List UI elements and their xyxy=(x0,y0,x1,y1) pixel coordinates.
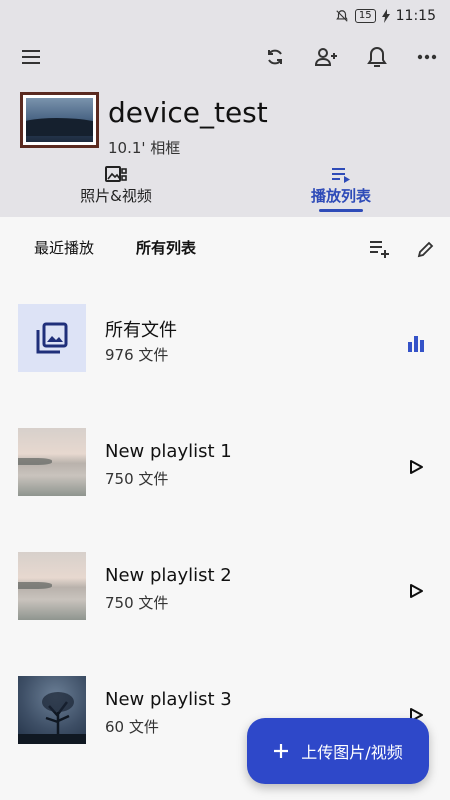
more-options-icon[interactable] xyxy=(412,42,442,72)
edit-pencil-icon[interactable] xyxy=(414,237,438,261)
playlist-title: New playlist 1 xyxy=(105,441,232,462)
now-playing-bars-icon xyxy=(404,331,428,355)
filter-bar: 最近播放 所有列表 xyxy=(0,217,450,277)
header: 15 11:15 device_test 10.1' 相框 照片&视频 播放列表 xyxy=(0,0,450,217)
upload-button[interactable]: 上传图片/视频 xyxy=(247,718,429,784)
playlist-count: 60 文件 xyxy=(105,718,159,736)
device-frame-thumbnail[interactable] xyxy=(20,92,99,148)
filter-recent[interactable]: 最近播放 xyxy=(34,237,94,258)
playlist-thumbnail xyxy=(18,428,86,496)
tab-photos-videos[interactable]: 照片&视频 xyxy=(68,165,164,206)
tab-playlists[interactable]: 播放列表 xyxy=(296,165,386,212)
status-bar: 15 11:15 xyxy=(335,8,436,24)
notification-bell-icon[interactable] xyxy=(362,42,392,72)
plus-icon xyxy=(273,743,289,759)
tab-active-indicator xyxy=(319,209,363,212)
device-name: device_test xyxy=(108,96,268,129)
add-user-icon[interactable] xyxy=(312,42,342,72)
play-icon[interactable] xyxy=(404,455,428,479)
add-playlist-icon[interactable] xyxy=(367,237,391,261)
tab-photos-label: 照片&视频 xyxy=(80,187,152,205)
device-subtitle: 10.1' 相框 xyxy=(108,139,181,157)
menu-icon[interactable] xyxy=(16,42,46,72)
list-item[interactable]: 所有文件 976 文件 xyxy=(0,293,450,383)
toolbar xyxy=(0,40,450,74)
gallery-icon xyxy=(36,322,68,354)
playlist-count: 976 文件 xyxy=(105,346,169,364)
upload-button-label: 上传图片/视频 xyxy=(301,743,403,762)
status-time: 11:15 xyxy=(395,8,436,24)
playlist-thumbnail xyxy=(18,552,86,620)
mute-bell-icon xyxy=(335,9,349,23)
list-item[interactable]: New playlist 1 750 文件 xyxy=(0,417,450,507)
charging-icon xyxy=(381,9,390,23)
sync-icon[interactable] xyxy=(260,42,290,72)
playlist-title: 所有文件 xyxy=(105,320,177,341)
playlist-count: 750 文件 xyxy=(105,470,169,488)
battery-indicator: 15 xyxy=(354,9,376,23)
tab-playlists-label: 播放列表 xyxy=(310,187,371,205)
all-files-thumbnail xyxy=(18,304,86,372)
playlist-thumbnail xyxy=(18,676,86,744)
playlist-title: New playlist 3 xyxy=(105,689,232,710)
playlist-title: New playlist 2 xyxy=(105,565,232,586)
photo-gallery-icon xyxy=(104,165,128,185)
playlist-icon xyxy=(330,165,352,185)
playlist-count: 750 文件 xyxy=(105,594,169,612)
list-item[interactable]: New playlist 2 750 文件 xyxy=(0,541,450,631)
filter-all-lists[interactable]: 所有列表 xyxy=(136,237,196,258)
play-icon[interactable] xyxy=(404,579,428,603)
